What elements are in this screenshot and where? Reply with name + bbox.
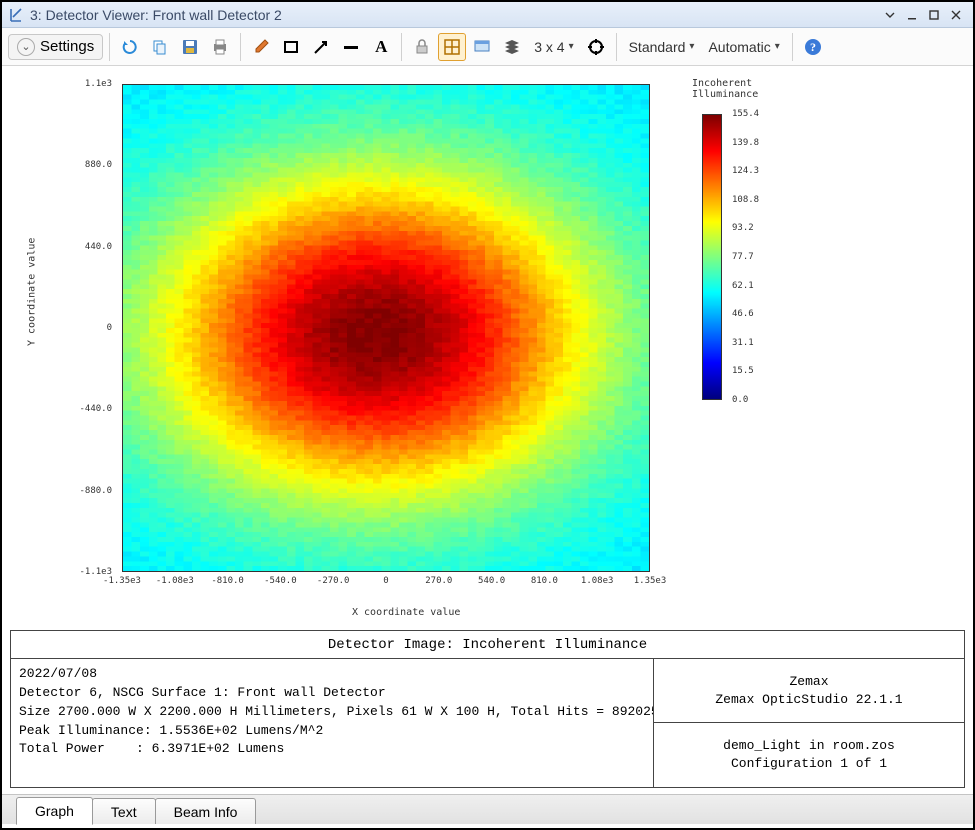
- dropdown-icon[interactable]: [879, 6, 901, 24]
- close-button[interactable]: [945, 6, 967, 24]
- arrow-button[interactable]: [307, 33, 335, 61]
- grid-size-dropdown[interactable]: 3 x 4▾: [528, 33, 579, 61]
- refresh-button[interactable]: [116, 33, 144, 61]
- help-button[interactable]: ?: [799, 33, 827, 61]
- tab-beam-info[interactable]: Beam Info: [155, 798, 257, 824]
- heatmap[interactable]: [122, 84, 650, 572]
- info-software: Zemax Zemax OpticStudio 22.1.1: [654, 659, 964, 723]
- chevron-down-icon: ⌄: [17, 38, 35, 56]
- grid-view-button[interactable]: [438, 33, 466, 61]
- text-button[interactable]: A: [367, 33, 395, 61]
- info-details: 2022/07/08 Detector 6, NSCG Surface 1: F…: [11, 659, 654, 787]
- info-file: demo_Light in room.zos Configuration 1 o…: [654, 723, 964, 787]
- info-header: Detector Image: Incoherent Illuminance: [11, 631, 964, 659]
- line-button[interactable]: [337, 33, 365, 61]
- maximize-button[interactable]: [923, 6, 945, 24]
- x-axis-label: X coordinate value: [352, 607, 460, 618]
- copy-button[interactable]: [146, 33, 174, 61]
- tab-graph[interactable]: Graph: [16, 797, 93, 825]
- plot-area: Y coordinate value 1.1e3880.0440.00-440.…: [2, 66, 973, 626]
- tab-text[interactable]: Text: [92, 798, 156, 824]
- x-axis-ticks: -1.35e3-1.08e3-810.0-540.0-270.00270.054…: [122, 576, 650, 590]
- tab-strip: Graph Text Beam Info: [2, 794, 973, 824]
- settings-label: Settings: [40, 38, 94, 55]
- auto-mode-dropdown[interactable]: Automatic▾: [702, 33, 785, 61]
- zoom-mode-dropdown[interactable]: Standard▾: [623, 33, 701, 61]
- colorbar-title: Incoherent Illuminance: [692, 78, 758, 100]
- app-icon: [8, 7, 24, 23]
- minimize-button[interactable]: [901, 6, 923, 24]
- title-bar: 3: Detector Viewer: Front wall Detector …: [2, 2, 973, 28]
- print-button[interactable]: [206, 33, 234, 61]
- lock-button[interactable]: [408, 33, 436, 61]
- window-title: 3: Detector Viewer: Front wall Detector …: [30, 7, 282, 23]
- settings-button[interactable]: ⌄ Settings: [8, 34, 103, 60]
- rectangle-button[interactable]: [277, 33, 305, 61]
- target-button[interactable]: [582, 33, 610, 61]
- stack-button[interactable]: [498, 33, 526, 61]
- colorbar-ticks: 155.4139.8124.3108.893.277.762.146.631.1…: [728, 114, 788, 400]
- eyedropper-button[interactable]: [247, 33, 275, 61]
- colorbar: [702, 114, 722, 400]
- info-meta: Zemax Zemax OpticStudio 22.1.1 demo_Ligh…: [654, 659, 964, 787]
- save-button[interactable]: [176, 33, 204, 61]
- y-axis-label: Y coordinate value: [27, 238, 38, 346]
- window-options-button[interactable]: [468, 33, 496, 61]
- toolbar: ⌄ Settings A 3 x 4▾ Standard▾ Automatic▾…: [2, 28, 973, 66]
- y-axis-ticks: 1.1e3880.0440.00-440.0-880.0-1.1e3: [74, 84, 118, 572]
- info-panel: Detector Image: Incoherent Illuminance 2…: [10, 630, 965, 788]
- svg-text:?: ?: [810, 40, 816, 54]
